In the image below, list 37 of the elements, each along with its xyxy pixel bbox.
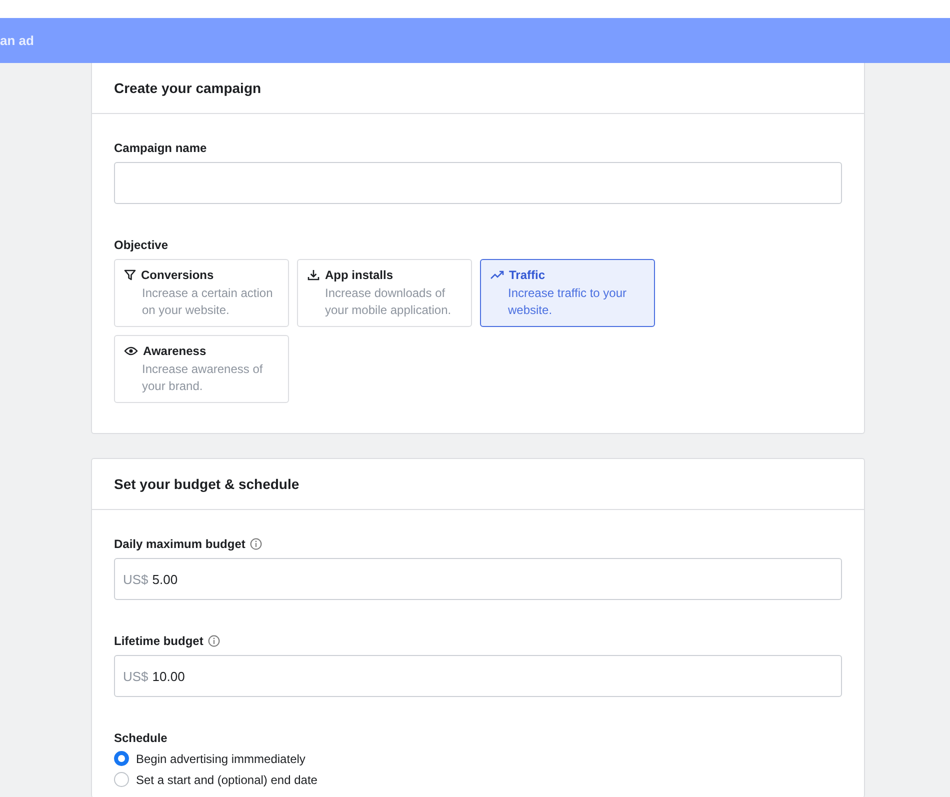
currency-prefix: US$	[123, 668, 148, 684]
objective-option[interactable]: Traffic Increase traffic to your website.	[480, 259, 655, 327]
input-field[interactable]	[114, 162, 842, 204]
info-icon	[250, 538, 262, 550]
objective-option[interactable]: App installs Increase downloads of your mobile application.	[297, 259, 472, 327]
filter-icon	[124, 269, 136, 281]
trend-line-icon	[490, 270, 504, 280]
radio-label: Begin advertising immmediately	[136, 752, 306, 766]
option-title: App installs	[325, 268, 394, 282]
option-description: Increase downloads of your mobile application.	[325, 285, 452, 319]
input-field[interactable]: US$ 10.00	[114, 655, 842, 697]
field-label: Campaign name	[114, 141, 207, 155]
option-description: Increase a certain action on your website.	[142, 285, 274, 319]
field-label: Schedule	[114, 731, 168, 745]
radio-button[interactable]	[114, 751, 129, 766]
option-description: Increase awareness of your brand.	[142, 361, 264, 395]
input-field[interactable]: US$ 5.00	[114, 558, 842, 600]
option-title: Awareness	[143, 344, 206, 358]
radio-button[interactable]	[114, 772, 129, 787]
currency-prefix: US$	[123, 572, 148, 586]
info-icon	[208, 635, 220, 647]
field-value: 10.00	[152, 668, 185, 684]
eye-icon	[124, 346, 138, 356]
objective-option[interactable]: Conversions Increase a certain action on your website.	[114, 259, 289, 327]
field-value: 5.00	[152, 572, 178, 586]
option-description: Increase traffic to your website.	[508, 285, 628, 319]
objective-option[interactable]: Awareness Increase awareness of your brand.	[114, 335, 289, 403]
option-title: Traffic	[509, 268, 546, 282]
field-label: Daily maximum budget	[114, 537, 246, 551]
card-title: Set your budget & schedule	[114, 476, 300, 492]
option-title: Conversions	[141, 268, 214, 282]
banner-title: an ad	[0, 33, 34, 48]
download-icon	[307, 269, 320, 281]
field-label: Lifetime budget	[114, 634, 204, 648]
field-label: Objective	[114, 238, 168, 252]
radio-label: Set a start and (optional) end date	[136, 772, 318, 786]
card-title: Create your campaign	[114, 80, 262, 96]
